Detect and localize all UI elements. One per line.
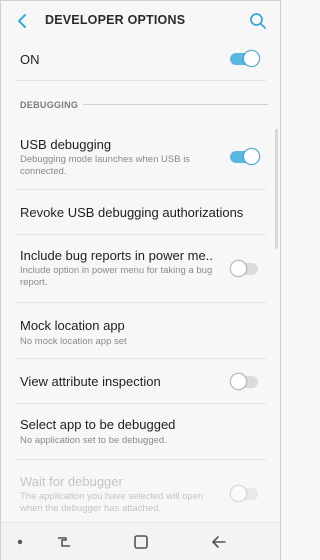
- wait-for-debugger-row: Wait for debugger The application you ha…: [1, 460, 280, 522]
- view-attribute-inspection-label: View attribute inspection: [20, 374, 161, 389]
- usb-debugging-description: Debugging mode launches when USB is conn…: [20, 154, 191, 177]
- usb-debugging-row[interactable]: USB debugging Debugging mode launches wh…: [1, 129, 280, 185]
- mock-location-description: No mock location app set: [20, 336, 127, 347]
- select-debug-app-row[interactable]: Select app to be debugged No application…: [1, 404, 280, 460]
- section-line: [83, 104, 268, 105]
- home-icon[interactable]: [130, 531, 152, 553]
- bug-report-row[interactable]: Include bug reports in power me.. Includ…: [1, 235, 280, 299]
- view-attribute-inspection-toggle[interactable]: [230, 373, 260, 390]
- view-attribute-inspection-row[interactable]: View attribute inspection: [1, 359, 280, 403]
- dot-icon[interactable]: [9, 531, 31, 553]
- app-bar: DEVELOPER OPTIONS: [1, 1, 280, 41]
- wait-for-debugger-description: The application you have selected will o…: [20, 491, 204, 514]
- master-toggle[interactable]: [230, 50, 260, 67]
- master-switch-row[interactable]: ON: [1, 41, 280, 77]
- usb-debugging-toggle[interactable]: [230, 148, 260, 165]
- select-debug-app-label: Select app to be debugged: [20, 417, 176, 432]
- toggle-knob: [230, 260, 247, 277]
- divider: [15, 80, 266, 81]
- wait-for-debugger-toggle: [230, 485, 260, 502]
- navigation-bar: [1, 522, 280, 560]
- bug-report-description: Include option in power menu for taking …: [20, 265, 213, 288]
- toggle-knob: [243, 50, 260, 67]
- usb-debugging-label: USB debugging: [20, 137, 112, 152]
- wait-for-debugger-label: Wait for debugger: [20, 474, 123, 489]
- master-switch-label: ON: [20, 52, 40, 67]
- revoke-usb-authorizations-label: Revoke USB debugging authorizations: [20, 205, 244, 220]
- section-header-debugging: DEBUGGING: [20, 100, 79, 110]
- scrollbar[interactable]: [275, 129, 278, 249]
- revoke-usb-authorizations-row[interactable]: Revoke USB debugging authorizations: [1, 190, 280, 234]
- bug-report-label: Include bug reports in power me..: [20, 248, 213, 263]
- screen: DEVELOPER OPTIONS ON DEBUGGING USB debug…: [0, 0, 281, 560]
- recents-icon[interactable]: [53, 531, 75, 553]
- page-title: DEVELOPER OPTIONS: [45, 13, 186, 27]
- mock-location-row[interactable]: Mock location app No mock location app s…: [1, 303, 280, 357]
- bug-report-toggle[interactable]: [230, 260, 260, 277]
- back-arrow-icon[interactable]: [13, 11, 33, 31]
- toggle-knob: [243, 148, 260, 165]
- toggle-knob: [230, 373, 247, 390]
- mock-location-label: Mock location app: [20, 318, 125, 333]
- search-icon[interactable]: [248, 11, 268, 31]
- select-debug-app-description: No application set to be debugged.: [20, 435, 167, 446]
- toggle-knob: [230, 485, 247, 502]
- back-icon[interactable]: [208, 531, 230, 553]
